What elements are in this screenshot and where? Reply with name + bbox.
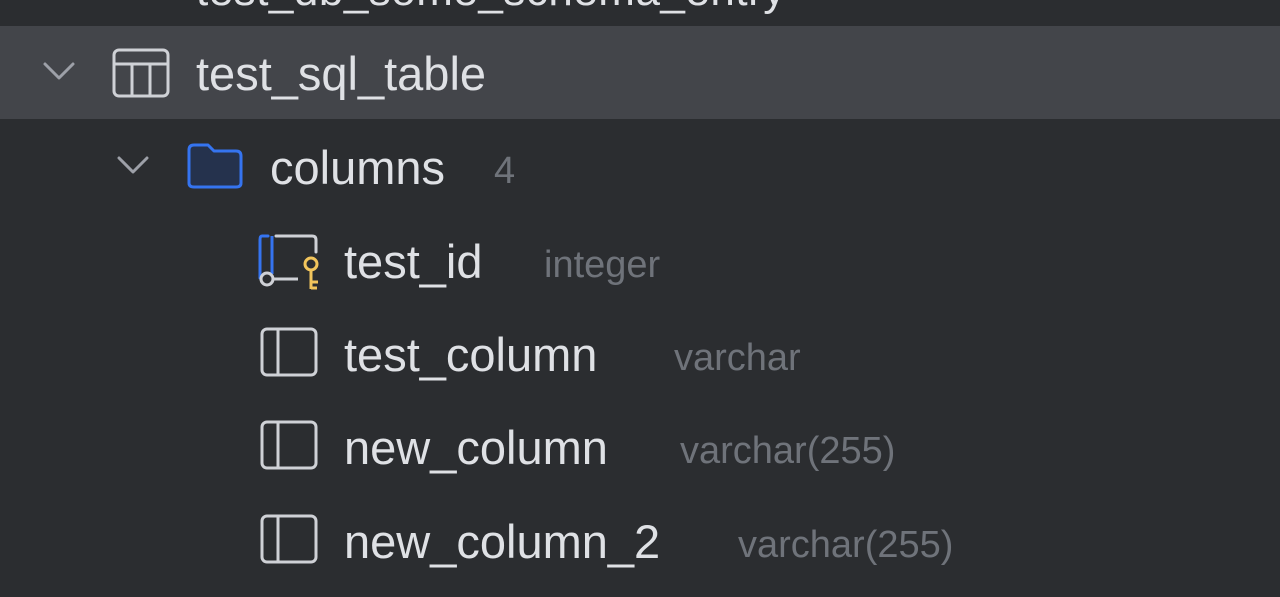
chevron-down-icon[interactable] (42, 60, 76, 87)
tree-item-column[interactable]: new_column_2 varchar(255) (0, 494, 1280, 587)
column-icon (260, 514, 318, 569)
primary-key-column-icon (258, 234, 324, 297)
tree-item-columns-label: columns (270, 141, 446, 194)
folder-icon (186, 142, 244, 195)
tree-item-column[interactable]: new_column varchar(255) (0, 400, 1280, 493)
tree-item-table-label: test_sql_table (196, 47, 487, 100)
tree-item-clipped[interactable]: test_db_some_schema_entry (0, 0, 1280, 24)
column-icon (260, 327, 318, 382)
column-name: new_column_2 (344, 515, 661, 568)
column-icon (260, 420, 318, 475)
database-tree: test_db_some_schema_entry test_sql_table (0, 0, 1280, 597)
tree-item-column[interactable]: test_id integer (0, 214, 1280, 307)
tree-item-clipped-label: test_db_some_schema_entry (196, 0, 786, 16)
table-icon (112, 48, 170, 103)
chevron-down-icon[interactable] (116, 154, 150, 181)
column-type: varchar(255) (680, 430, 896, 472)
columns-count-badge: 4 (494, 150, 516, 192)
column-type: varchar (674, 337, 801, 379)
column-name: test_id (344, 235, 483, 288)
tree-item-column[interactable]: test_column varchar (0, 307, 1280, 400)
column-name: new_column (344, 421, 608, 474)
column-type: integer (544, 244, 661, 286)
column-name: test_column (344, 328, 598, 381)
tree-item-table[interactable]: test_sql_table (0, 26, 1280, 119)
column-type: varchar(255) (738, 524, 954, 566)
tree-item-columns-folder[interactable]: columns 4 (0, 120, 1280, 213)
